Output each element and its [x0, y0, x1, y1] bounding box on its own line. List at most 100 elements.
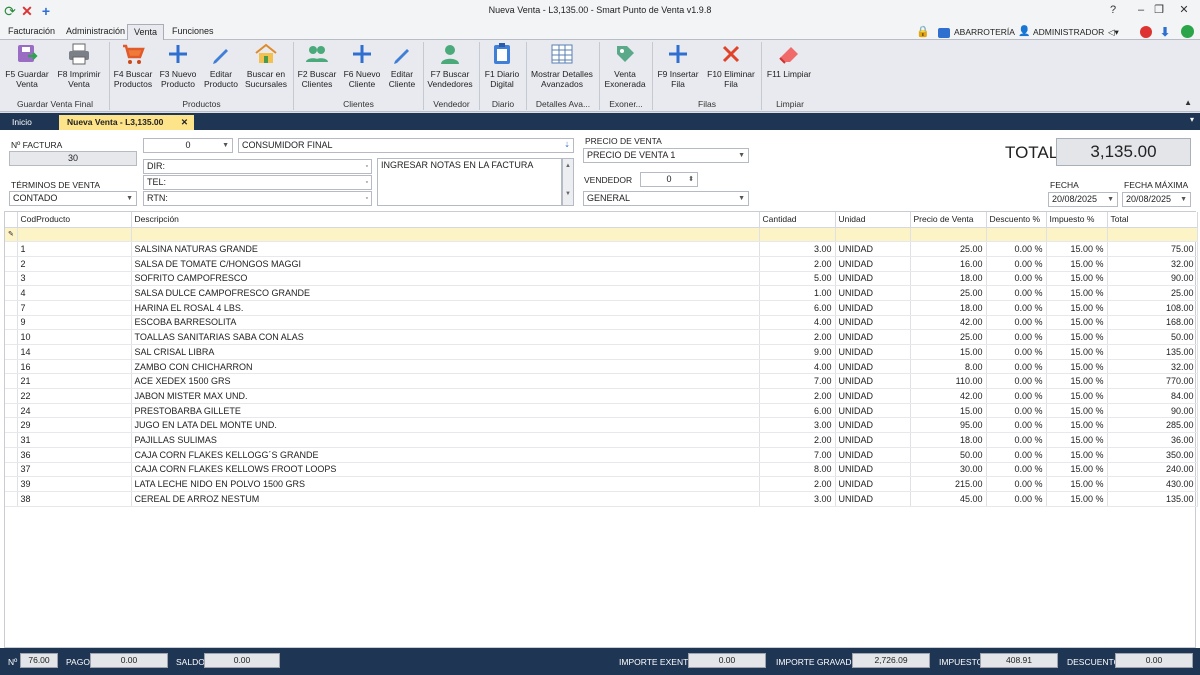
cell-unit[interactable]: UNIDAD: [835, 285, 911, 301]
user-name[interactable]: ADMINISTRADOR: [1033, 25, 1104, 39]
row-indicator[interactable]: [5, 241, 18, 257]
cell-description[interactable]: ZAMBO CON CHICHARRON: [131, 359, 760, 375]
sound-icon[interactable]: ◁▾: [1108, 25, 1119, 39]
table-row[interactable]: 38 CEREAL DE ARROZ NESTUM 3.00 UNIDAD 45.00 0…: [5, 491, 1198, 507]
col-header-codproducto[interactable]: CodProducto: [17, 212, 132, 228]
cell-discount[interactable]: 0.00 %: [986, 417, 1047, 434]
tab-venta[interactable]: Venta: [127, 24, 165, 40]
cell-quantity[interactable]: 7.00: [759, 447, 836, 463]
cell-discount[interactable]: 0.00 %: [986, 241, 1047, 257]
cell-quantity[interactable]: 2.00: [759, 388, 836, 404]
delete-row-button[interactable]: F10 Eliminar Fila: [705, 42, 757, 96]
exempt-sale-button[interactable]: Venta Exonerada: [602, 42, 648, 96]
cell-code[interactable]: 39: [17, 476, 132, 492]
new-row-cell[interactable]: [835, 227, 911, 243]
cell-unit[interactable]: UNIDAD: [835, 403, 911, 419]
cell-price[interactable]: 95.00: [910, 417, 987, 434]
cell-total[interactable]: 50.00: [1107, 329, 1198, 345]
store-name[interactable]: ABARROTERÍA: [954, 25, 1015, 39]
row-indicator[interactable]: [5, 432, 18, 448]
close-window-button[interactable]: ✕: [1170, 2, 1198, 19]
row-indicator[interactable]: [5, 462, 18, 478]
cell-tax[interactable]: 15.00 %: [1046, 373, 1108, 390]
client-name-field[interactable]: CONSUMIDOR FINAL ⇣: [238, 138, 574, 153]
new-client-button[interactable]: F6 Nuevo Cliente: [342, 42, 382, 96]
new-product-button[interactable]: F3 Nuevo Producto: [158, 42, 198, 96]
vendedor-select[interactable]: GENERAL ▼: [583, 191, 749, 206]
cell-total[interactable]: 350.00: [1107, 447, 1198, 463]
new-row-cell[interactable]: [1107, 227, 1198, 243]
notes-scrollbar[interactable]: ▲ ▼: [562, 158, 574, 206]
cell-tax[interactable]: 15.00 %: [1046, 476, 1108, 492]
rtn-field[interactable]: RTN: ▫: [143, 191, 372, 206]
phone-field[interactable]: TEL: ▫: [143, 175, 372, 190]
cell-tax[interactable]: 15.00 %: [1046, 329, 1108, 345]
cell-description[interactable]: CAJA CORN FLAKES KELLOGG´S GRANDE: [131, 447, 760, 463]
cell-quantity[interactable]: 2.00: [759, 329, 836, 345]
cell-tax[interactable]: 15.00 %: [1046, 315, 1108, 331]
search-products-button[interactable]: F4 Buscar Productos: [111, 42, 155, 96]
row-indicator[interactable]: [5, 447, 18, 463]
table-row[interactable]: 39 LATA LECHE NIDO EN POLVO 1500 GRS 2.00 U…: [5, 476, 1198, 492]
new-row-cell[interactable]: [910, 227, 987, 243]
cell-discount[interactable]: 0.00 %: [986, 285, 1047, 301]
cell-unit[interactable]: UNIDAD: [835, 359, 911, 375]
cell-description[interactable]: PRESTOBARBA GILLETE: [131, 403, 760, 419]
cell-quantity[interactable]: 3.00: [759, 241, 836, 257]
new-row[interactable]: ✎: [5, 227, 1198, 243]
cell-price[interactable]: 42.00: [910, 388, 987, 404]
cell-discount[interactable]: 0.00 %: [986, 388, 1047, 404]
cell-discount[interactable]: 0.00 %: [986, 300, 1047, 316]
cell-tax[interactable]: 15.00 %: [1046, 271, 1108, 287]
cell-total[interactable]: 25.00: [1107, 285, 1198, 301]
cell-description[interactable]: LATA LECHE NIDO EN POLVO 1500 GRS: [131, 476, 760, 492]
table-row[interactable]: 22 JABON MISTER MAX UND. 2.00 UNIDAD 42.00 0.…: [5, 388, 1198, 404]
cell-price[interactable]: 15.00: [910, 344, 987, 360]
table-row[interactable]: 24 PRESTOBARBA GILLETE 6.00 UNIDAD 15.00 0.00…: [5, 403, 1198, 419]
digital-journal-button[interactable]: F1 Diario Digital: [482, 42, 522, 96]
table-row[interactable]: 37 CAJA CORN FLAKES KELLOWS FROOT LOOPS 8.…: [5, 462, 1198, 478]
cell-unit[interactable]: UNIDAD: [835, 373, 911, 390]
cell-description[interactable]: ACE XEDEX 1500 GRS: [131, 373, 760, 390]
cell-quantity[interactable]: 3.00: [759, 417, 836, 434]
fecha-picker[interactable]: 20/08/2025 ▼: [1048, 192, 1118, 207]
cell-code[interactable]: 14: [17, 344, 132, 360]
cell-description[interactable]: JABON MISTER MAX UND.: [131, 388, 760, 404]
cell-code[interactable]: 10: [17, 329, 132, 345]
row-indicator[interactable]: [5, 300, 18, 316]
table-row[interactable]: 2 SALSA DE TOMATE C/HONGOS MAGGI 2.00 UNIDA…: [5, 256, 1198, 272]
cell-description[interactable]: SALSA DULCE CAMPOFRESCO GRANDE: [131, 285, 760, 301]
cell-tax[interactable]: 15.00 %: [1046, 359, 1108, 375]
cell-unit[interactable]: UNIDAD: [835, 432, 911, 448]
cell-unit[interactable]: UNIDAD: [835, 447, 911, 463]
cell-discount[interactable]: 0.00 %: [986, 476, 1047, 492]
cell-tax[interactable]: 15.00 %: [1046, 417, 1108, 434]
cell-price[interactable]: 30.00: [910, 462, 987, 478]
col-header-unidad[interactable]: Unidad: [835, 212, 911, 228]
cell-description[interactable]: TOALLAS SANITARIAS SABA CON ALAS: [131, 329, 760, 345]
row-indicator[interactable]: [5, 403, 18, 419]
cell-tax[interactable]: 15.00 %: [1046, 388, 1108, 404]
edit-product-button[interactable]: Editar Producto: [202, 42, 240, 96]
cell-code[interactable]: 9: [17, 315, 132, 331]
row-indicator[interactable]: [5, 329, 18, 345]
cell-description[interactable]: CAJA CORN FLAKES KELLOWS FROOT LOOPS: [131, 462, 760, 478]
search-client-icon[interactable]: ⇣: [564, 139, 570, 152]
cell-total[interactable]: 90.00: [1107, 403, 1198, 419]
cell-code[interactable]: 3: [17, 271, 132, 287]
cell-unit[interactable]: UNIDAD: [835, 344, 911, 360]
cell-discount[interactable]: 0.00 %: [986, 373, 1047, 390]
cell-code[interactable]: 37: [17, 462, 132, 478]
cell-description[interactable]: HARINA EL ROSAL 4 LBS.: [131, 300, 760, 316]
cell-description[interactable]: SAL CRISAL LIBRA: [131, 344, 760, 360]
tab-administracion[interactable]: Administración: [60, 24, 131, 40]
cell-code[interactable]: 31: [17, 432, 132, 448]
row-indicator[interactable]: [5, 344, 18, 360]
cell-total[interactable]: 36.00: [1107, 432, 1198, 448]
search-clients-button[interactable]: F2 Buscar Clientes: [297, 42, 337, 96]
search-sellers-button[interactable]: F7 Buscar Vendedores: [426, 42, 474, 96]
cell-description[interactable]: SALSA DE TOMATE C/HONGOS MAGGI: [131, 256, 760, 272]
row-indicator[interactable]: [5, 491, 18, 507]
col-header-descuento[interactable]: Descuento %: [986, 212, 1047, 228]
cell-quantity[interactable]: 1.00: [759, 285, 836, 301]
